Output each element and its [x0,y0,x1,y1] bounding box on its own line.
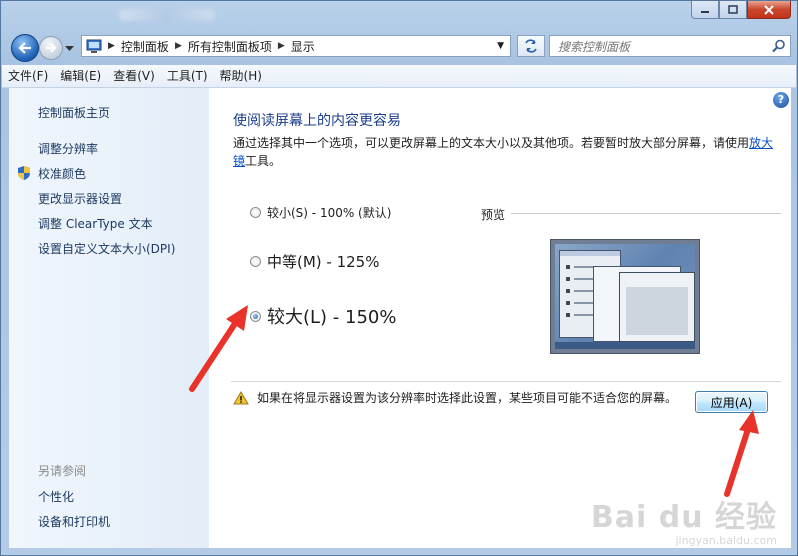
option-larger-label: 较大(L) - 150% [267,307,397,328]
option-smaller-label: 较小(S) - 100% (默认) [267,206,392,220]
preview-taskbar [555,342,695,349]
chevron-down-icon [65,46,74,51]
option-larger[interactable]: 较大(L) - 150% [250,303,396,329]
minimize-icon [701,10,709,13]
see-also-heading: 另请参阅 [38,464,87,478]
option-smaller[interactable]: 较小(S) - 100% (默认) [250,204,391,221]
breadcrumb-separator-icon: ▶ [277,41,285,51]
search-box[interactable] [549,35,791,57]
warning-divider [231,381,781,382]
warning-message: 如果在将显示器设置为该分辨率时选择此设置，某些项目可能不适合您的屏幕。 [233,389,677,406]
recent-pages-button[interactable] [65,41,74,55]
forward-button[interactable] [39,36,63,60]
radio-medium[interactable] [250,256,261,267]
breadcrumb: ▶ 控制面板 ▶ 所有控制面板项 ▶ 显示 [82,38,315,55]
sidebar: 控制面板主页 调整分辨率 校准颜色 更改显示器设置 调整 ClearType 文… [9,88,209,548]
menu-bar: 文件(F) 编辑(E) 查看(V) 工具(T) 帮助(H) [2,65,796,88]
back-button[interactable] [11,34,39,62]
search-icon[interactable] [772,39,786,53]
preview-monitor-image [550,239,700,354]
maximize-button[interactable] [719,1,747,19]
maximize-icon [728,4,738,14]
refresh-button[interactable] [517,35,545,57]
sidebar-item-resolution[interactable]: 调整分辨率 [38,140,98,157]
watermark-logo: Bai du 经验 [590,500,777,535]
close-icon [764,4,774,15]
breadcrumb-separator-icon: ▶ [108,41,115,51]
sidebar-item-personalization[interactable]: 个性化 [38,488,74,505]
annotation-arrow-apply [724,410,759,497]
preview-divider [511,213,781,214]
page-title: 使阅读屏幕上的内容更容易 [233,113,401,129]
sidebar-item-display-settings[interactable]: 更改显示器设置 [38,190,122,207]
help-icon[interactable]: ? [773,92,789,108]
annotation-arrow-radio [189,305,248,392]
description-text: 通过选择其中一个选项，可以更改屏幕上的文本大小以及其他项。若要暂时放大部分屏幕，… [233,136,750,150]
sidebar-home-link[interactable]: 控制面板主页 [38,104,110,121]
search-input[interactable] [556,37,760,57]
content-area: 控制面板主页 调整分辨率 校准颜色 更改显示器设置 调整 ClearType 文… [9,88,791,548]
menu-tools[interactable]: 工具(T) [161,65,214,87]
back-arrow-icon [18,42,31,54]
window-title-blurred [119,9,215,21]
navigation-bar: ▶ 控制面板 ▶ 所有控制面板项 ▶ 显示 ▼ [9,33,791,62]
caption-buttons [691,1,791,19]
sidebar-item-devices-printers[interactable]: 设备和打印机 [38,513,110,530]
control-panel-icon [86,39,102,53]
explorer-window: ▶ 控制面板 ▶ 所有控制面板项 ▶ 显示 ▼ 文件(F) 编辑(E) 查看(V… [0,0,798,556]
uac-shield-icon [18,166,30,180]
address-bar[interactable]: ▶ 控制面板 ▶ 所有控制面板项 ▶ 显示 ▼ [81,35,511,57]
main-panel: ? 使阅读屏幕上的内容更容易 通过选择其中一个选项，可以更改屏幕上的文本大小以及… [209,88,791,548]
close-button[interactable] [747,1,791,19]
address-dropdown-icon[interactable]: ▼ [497,41,504,51]
preview-window [619,272,695,342]
breadcrumb-all-items[interactable]: 所有控制面板项 [188,38,272,55]
breadcrumb-control-panel[interactable]: 控制面板 [121,38,169,55]
breadcrumb-display[interactable]: 显示 [291,38,315,55]
page-description: 通过选择其中一个选项，可以更改屏幕上的文本大小以及其他项。若要暂时放大部分屏幕，… [233,134,778,170]
forward-arrow-icon [46,43,57,53]
menu-help[interactable]: 帮助(H) [214,65,268,87]
sidebar-item-custom-dpi[interactable]: 设置自定义文本大小(DPI) [38,240,175,257]
description-suffix: 工具。 [245,154,282,168]
sidebar-item-cleartype[interactable]: 调整 ClearType 文本 [38,215,153,232]
breadcrumb-separator-icon: ▶ [174,41,182,51]
warning-text: 如果在将显示器设置为该分辨率时选择此设置，某些项目可能不适合您的屏幕。 [257,391,678,405]
title-bar [1,1,797,31]
menu-edit[interactable]: 编辑(E) [54,65,107,87]
refresh-icon [525,39,537,53]
minimize-button[interactable] [691,1,719,19]
menu-view[interactable]: 查看(V) [107,65,161,87]
menu-file[interactable]: 文件(F) [2,65,54,87]
option-medium-label: 中等(M) - 125% [267,253,380,271]
sidebar-item-calibrate[interactable]: 校准颜色 [38,165,86,182]
radio-smaller[interactable] [250,207,261,218]
preview-label: 预览 [481,208,506,222]
option-medium[interactable]: 中等(M) - 125% [250,251,379,272]
baidu-watermark: Bai du 经验 jingyan.baidu.com [591,492,777,547]
preview-screen [555,244,695,349]
